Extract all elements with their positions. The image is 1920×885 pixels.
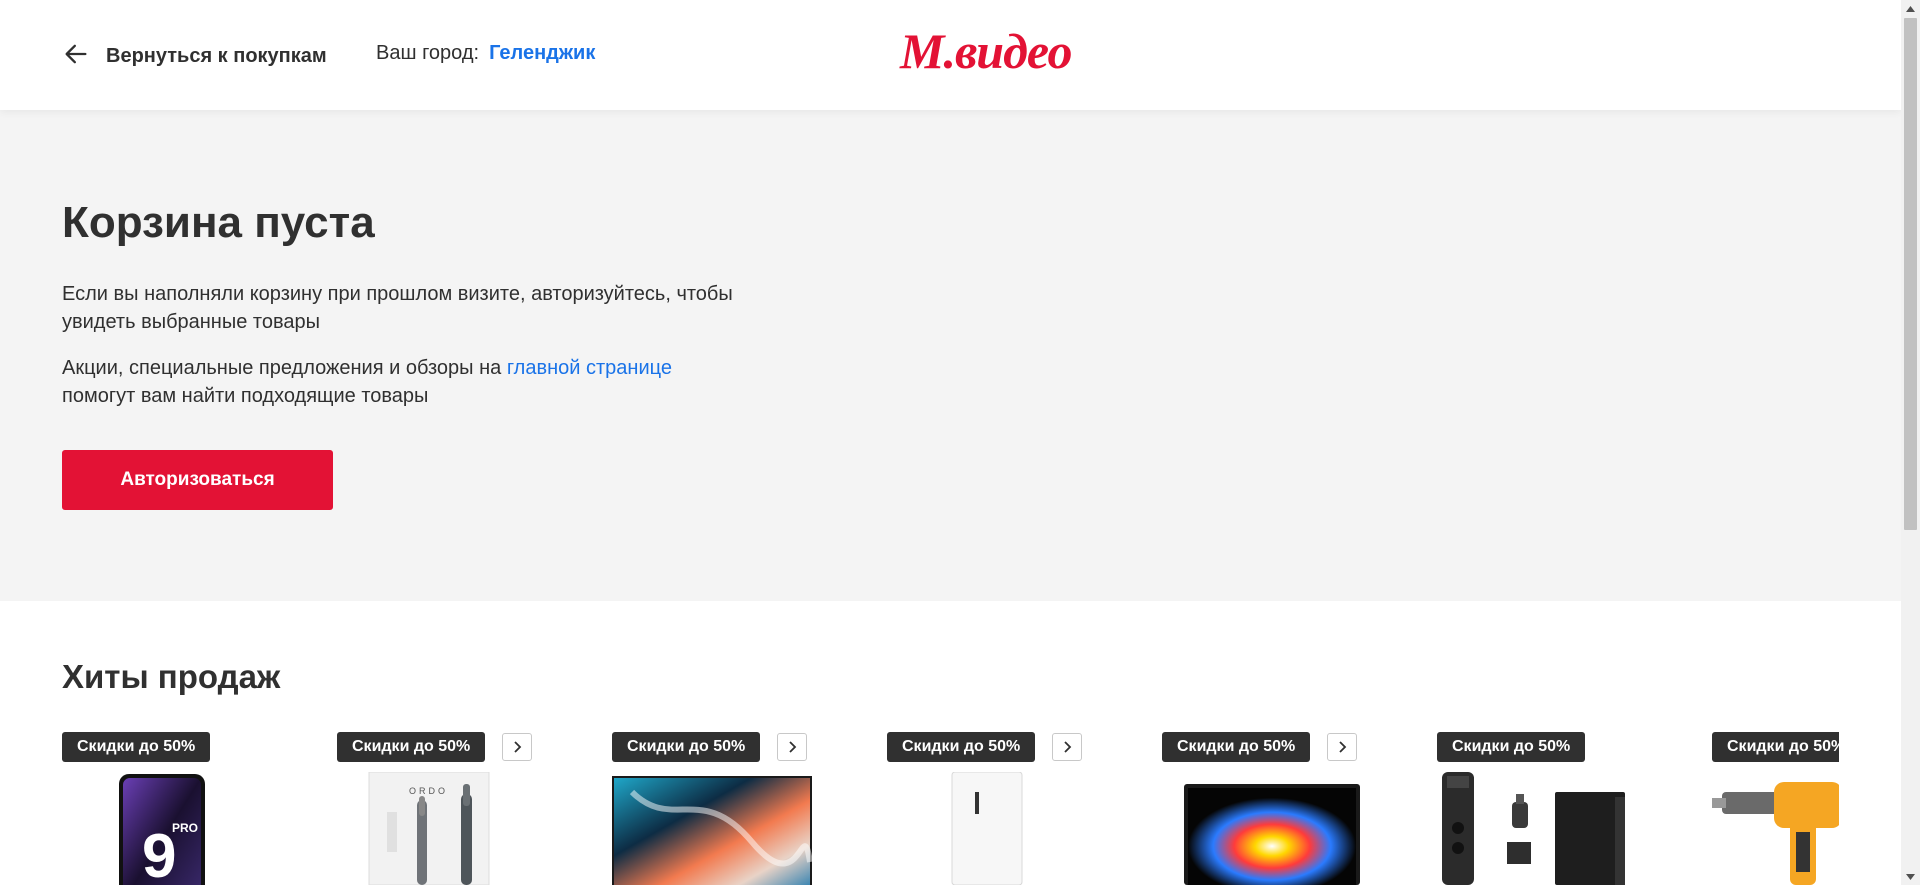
svg-text:PRO: PRO bbox=[172, 821, 198, 835]
product-next-button[interactable] bbox=[1327, 733, 1357, 761]
discount-badge: Скидки до 50% bbox=[887, 732, 1036, 762]
discount-badge: Скидки до 50% bbox=[337, 732, 486, 762]
vertical-scrollbar[interactable] bbox=[1901, 0, 1920, 885]
product-card[interactable]: Скидки до 50% bbox=[1162, 732, 1422, 885]
product-next-button[interactable] bbox=[502, 733, 532, 761]
discount-badge: Скидки до 50% bbox=[1162, 732, 1311, 762]
main-page-link[interactable]: главной странице bbox=[507, 357, 672, 379]
discount-badge: Скидки до 50% bbox=[612, 732, 761, 762]
discount-badge: Скидки до 50% bbox=[1712, 732, 1839, 762]
scrollbar-thumb[interactable] bbox=[1904, 18, 1917, 530]
arrow-left-icon bbox=[62, 40, 90, 73]
electric-toothbrush-image: ORDO bbox=[368, 772, 490, 885]
cart-page: Вернуться к покупкам Ваш город: Геленджи… bbox=[0, 0, 1901, 885]
authorize-button[interactable]: Авторизоваться bbox=[62, 450, 333, 510]
hint-text-before: Акции, специальные предложения и обзоры … bbox=[62, 357, 507, 379]
svg-text:ORDO: ORDO bbox=[409, 786, 448, 796]
product-next-button[interactable] bbox=[777, 733, 807, 761]
trimmer-set-image bbox=[1442, 772, 1625, 885]
discount-badge: Скидки до 50% bbox=[62, 732, 211, 762]
empty-cart-main-page-hint: Акции, специальные предложения и обзоры … bbox=[62, 354, 742, 410]
mvideo-logo[interactable]: М.видео bbox=[900, 23, 1072, 79]
empty-cart-section: Корзина пуста Если вы наполняли корзину … bbox=[0, 110, 1901, 601]
product-card[interactable]: Скидки до 50% 9 PRO bbox=[62, 732, 322, 885]
product-card[interactable]: Скидки до 50% bbox=[1712, 732, 1839, 885]
city-label: Ваш город: bbox=[376, 42, 480, 64]
product-card[interactable]: Скидки до 50% bbox=[1437, 732, 1697, 885]
empty-cart-auth-hint: Если вы наполняли корзину при прошлом ви… bbox=[62, 283, 733, 333]
hint-text-after: помогут вам найти подходящие товары bbox=[62, 385, 429, 407]
chevron-right-icon bbox=[1339, 741, 1347, 753]
scroll-up-arrow-icon[interactable] bbox=[1901, 0, 1920, 17]
scroll-down-arrow-icon[interactable] bbox=[1901, 868, 1920, 885]
chevron-right-icon bbox=[1064, 741, 1072, 753]
bestsellers-carousel: Скидки до 50% 9 PRO Скидки до 50% ORDO С… bbox=[62, 732, 1839, 885]
tv-image bbox=[612, 776, 812, 885]
back-to-shopping-label: Вернуться к покупкам bbox=[106, 45, 327, 67]
logo-text: М.видео bbox=[900, 23, 1072, 79]
header: Вернуться к покупкам Ваш город: Геленджи… bbox=[0, 0, 1901, 110]
chevron-right-icon bbox=[514, 741, 522, 753]
product-card[interactable]: Скидки до 50% bbox=[887, 732, 1147, 885]
discount-badge: Скидки до 50% bbox=[1437, 732, 1586, 762]
product-card[interactable]: Скидки до 50% bbox=[612, 732, 872, 885]
chevron-right-icon bbox=[789, 741, 797, 753]
product-card[interactable]: Скидки до 50% ORDO bbox=[337, 732, 597, 885]
bestsellers-title: Хиты продаж bbox=[62, 658, 281, 695]
city-selector: Ваш город: Геленджик bbox=[376, 42, 595, 65]
back-to-shopping-link[interactable]: Вернуться к покупкам bbox=[62, 40, 327, 73]
laptop-image bbox=[1184, 784, 1360, 885]
product-next-button[interactable] bbox=[1052, 733, 1082, 761]
refrigerator-image bbox=[951, 772, 1023, 885]
page-title: Корзина пуста bbox=[62, 198, 375, 247]
drill-image bbox=[1712, 782, 1839, 885]
city-link[interactable]: Геленджик bbox=[489, 42, 595, 65]
smartphone-image: 9 PRO bbox=[119, 774, 205, 885]
